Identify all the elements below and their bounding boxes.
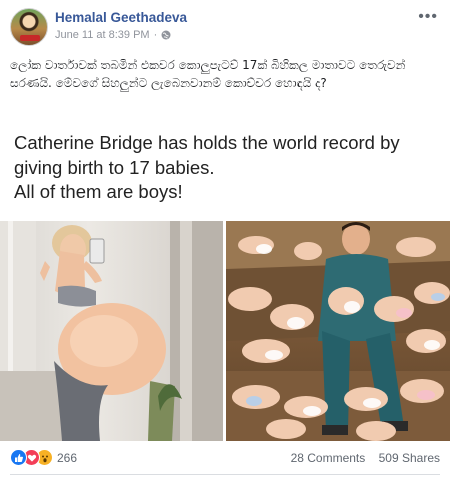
image-text-panel[interactable]: Catherine Bridge has holds the world rec…	[0, 118, 450, 221]
meta-separator: ·	[153, 29, 158, 41]
engagement-counts: 28 Comments 509 Shares	[291, 451, 440, 465]
post-meta: June 11 at 8:39 PM ·	[55, 29, 171, 41]
post-footer: 266 28 Comments 509 Shares	[10, 447, 440, 471]
reaction-count: 266	[57, 450, 78, 465]
comments-count-link[interactable]: 28 Comments	[291, 451, 366, 465]
image-caption-line: Catherine Bridge has holds the world rec…	[14, 132, 400, 153]
more-options-icon[interactable]: •••	[418, 9, 438, 25]
footer-divider	[10, 474, 440, 475]
shares-count-link[interactable]: 509 Shares	[379, 451, 440, 465]
globe-icon[interactable]	[161, 30, 171, 40]
photo-man-with-babies[interactable]	[226, 221, 450, 441]
photo-pregnant-woman[interactable]	[0, 221, 223, 441]
author-name-link[interactable]: Hemalal Geethadeva	[55, 10, 187, 25]
facebook-post-card: Hemalal Geethadeva June 11 at 8:39 PM · …	[0, 0, 450, 479]
post-header: Hemalal Geethadeva June 11 at 8:39 PM · …	[10, 8, 440, 48]
post-timestamp-link[interactable]: June 11 at 8:39 PM	[55, 29, 150, 41]
post-text: ලෝක වාර්තාවක් තබමින් එකවර කොලුපැටව් 17ක්…	[10, 58, 406, 90]
image-caption-line: giving birth to 17 babies.	[14, 156, 215, 178]
post-photos	[0, 221, 450, 441]
image-caption-line: All of them are boys!	[14, 181, 183, 202]
image-caption: Catherine Bridge has holds the world rec…	[14, 131, 439, 205]
like-icon	[10, 449, 27, 466]
reactions-summary[interactable]: 266	[10, 449, 77, 466]
author-avatar[interactable]	[10, 8, 48, 46]
